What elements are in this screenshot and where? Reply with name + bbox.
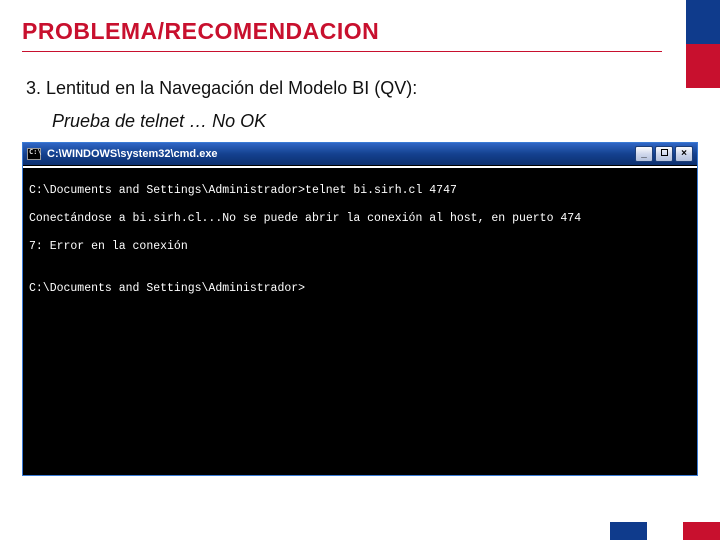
maximize-icon <box>661 149 668 156</box>
maximize-button[interactable] <box>655 146 673 162</box>
terminal-line: C:\Documents and Settings\Administrador> <box>29 282 691 296</box>
slide: PROBLEMA/RECOMENDACION 3. Lentitud en la… <box>0 0 720 540</box>
flag-blue <box>686 0 720 44</box>
flag-red <box>686 44 720 88</box>
slide-title: PROBLEMA/RECOMENDACION <box>22 18 662 52</box>
cmd-icon <box>27 148 41 160</box>
flag-decoration-bottom <box>610 522 720 540</box>
terminal-line: 7: Error en la conexión <box>29 240 691 254</box>
terminal-line: Conectándose a bi.sirh.cl...No se puede … <box>29 212 691 226</box>
minimize-button[interactable]: _ <box>635 146 653 162</box>
slide-subtitle-1: 3. Lentitud en la Navegación del Modelo … <box>26 78 698 99</box>
cmd-window: C:\WINDOWS\system32\cmd.exe _ × C:\Docum… <box>22 142 698 476</box>
flag-white <box>647 522 684 540</box>
flag-decoration-top <box>686 0 720 88</box>
cmd-body[interactable]: C:\Documents and Settings\Administrador>… <box>23 165 697 475</box>
cmd-window-title: C:\WINDOWS\system32\cmd.exe <box>47 148 629 160</box>
cmd-titlebar[interactable]: C:\WINDOWS\system32\cmd.exe _ × <box>23 143 697 165</box>
window-controls: _ × <box>635 146 693 162</box>
close-button[interactable]: × <box>675 146 693 162</box>
terminal-line: C:\Documents and Settings\Administrador>… <box>29 184 691 198</box>
slide-subtitle-2: Prueba de telnet … No OK <box>52 111 698 132</box>
flag-red <box>683 522 720 540</box>
flag-blue <box>610 522 647 540</box>
